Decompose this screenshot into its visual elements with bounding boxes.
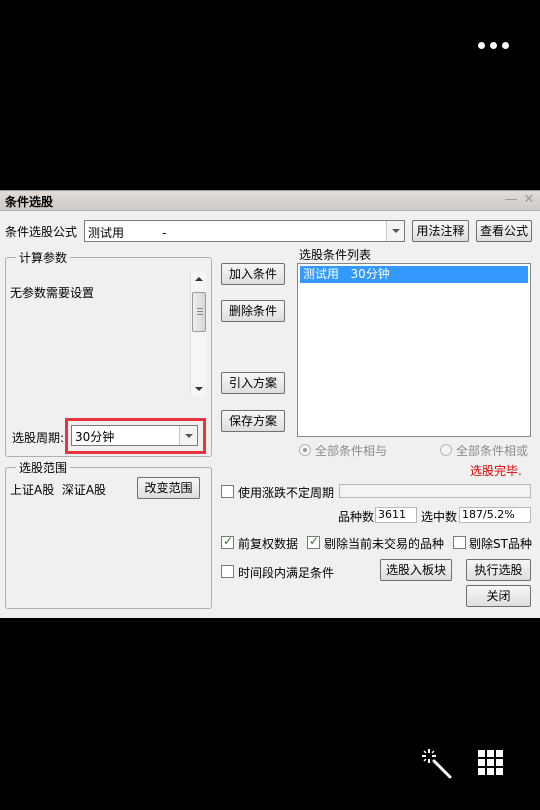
formula-label: 条件选股公式 xyxy=(5,225,78,239)
count-field: 3611 xyxy=(375,507,417,523)
params-text: 无参数需要设置 xyxy=(10,286,95,300)
list-item[interactable]: 测试用 30分钟 xyxy=(300,266,528,283)
usage-notes-button[interactable]: 用法注释 xyxy=(412,220,469,242)
add-to-block-button[interactable]: 选股入板块 xyxy=(380,559,452,581)
save-plan-button[interactable]: 保存方案 xyxy=(221,410,285,432)
radio-and[interactable] xyxy=(299,444,311,456)
period-label: 选股周期: xyxy=(12,431,65,445)
close-icon[interactable]: ✕ xyxy=(521,192,537,208)
status-text: 选股完毕. xyxy=(470,464,522,478)
params-group-title: 计算参数 xyxy=(16,249,71,266)
params-scrollbar[interactable] xyxy=(190,272,206,396)
range-text: 上证A股 深证A股 xyxy=(10,483,107,497)
scroll-down-icon[interactable] xyxy=(195,387,203,391)
chevron-down-icon[interactable] xyxy=(386,221,404,241)
view-formula-button[interactable]: 查看公式 xyxy=(476,220,532,242)
exclude-st-label: 剔除ST品种 xyxy=(469,537,532,551)
radio-or[interactable] xyxy=(440,444,452,456)
more-options-icon[interactable] xyxy=(476,37,512,55)
limit-period-checkbox[interactable] xyxy=(221,485,234,498)
radio-or-label: 全部条件相或 xyxy=(456,444,529,458)
formula-select[interactable]: 测试用 - xyxy=(84,220,405,242)
forward-adjust-label: 前复权数据 xyxy=(238,537,299,551)
scroll-thumb[interactable] xyxy=(192,292,206,332)
minimize-icon[interactable]: — xyxy=(503,192,519,208)
exclude-untraded-label: 剔除当前未交易的品种 xyxy=(324,537,445,551)
dialog-titlebar: 条件选股 — ✕ xyxy=(0,191,540,211)
exclude-untraded-checkbox[interactable] xyxy=(307,534,320,549)
selected-label: 选中数 xyxy=(421,510,458,524)
formula-value: 测试用 - xyxy=(88,226,167,240)
progress-bar xyxy=(339,484,531,498)
dialog-title: 条件选股 xyxy=(5,195,54,209)
selected-field: 187/5.2% xyxy=(459,507,531,523)
run-selection-button[interactable]: 执行选股 xyxy=(466,559,531,581)
close-button[interactable]: 关闭 xyxy=(466,585,531,607)
exclude-st-checkbox[interactable] xyxy=(453,536,466,549)
delete-condition-button[interactable]: 删除条件 xyxy=(221,300,285,322)
change-range-button[interactable]: 改变范围 xyxy=(137,477,200,499)
forward-adjust-checkbox[interactable] xyxy=(221,534,234,549)
limit-period-label: 使用涨跌不定周期 xyxy=(238,486,335,500)
import-plan-button[interactable]: 引入方案 xyxy=(221,372,285,394)
count-label: 品种数 xyxy=(338,510,375,524)
condition-list-title: 选股条件列表 xyxy=(299,248,372,262)
condition-list[interactable]: 测试用 30分钟 xyxy=(297,263,531,437)
add-condition-button[interactable]: 加入条件 xyxy=(221,263,285,285)
time-window-label: 时间段内满足条件 xyxy=(238,566,335,580)
time-window-checkbox[interactable] xyxy=(221,565,234,578)
magic-wand-icon[interactable] xyxy=(421,748,453,780)
range-group-title: 选股范围 xyxy=(16,459,71,476)
grid-icon[interactable] xyxy=(478,750,504,776)
highlight-annotation xyxy=(65,418,206,454)
scroll-up-icon[interactable] xyxy=(195,277,203,281)
radio-and-label: 全部条件相与 xyxy=(315,444,388,458)
